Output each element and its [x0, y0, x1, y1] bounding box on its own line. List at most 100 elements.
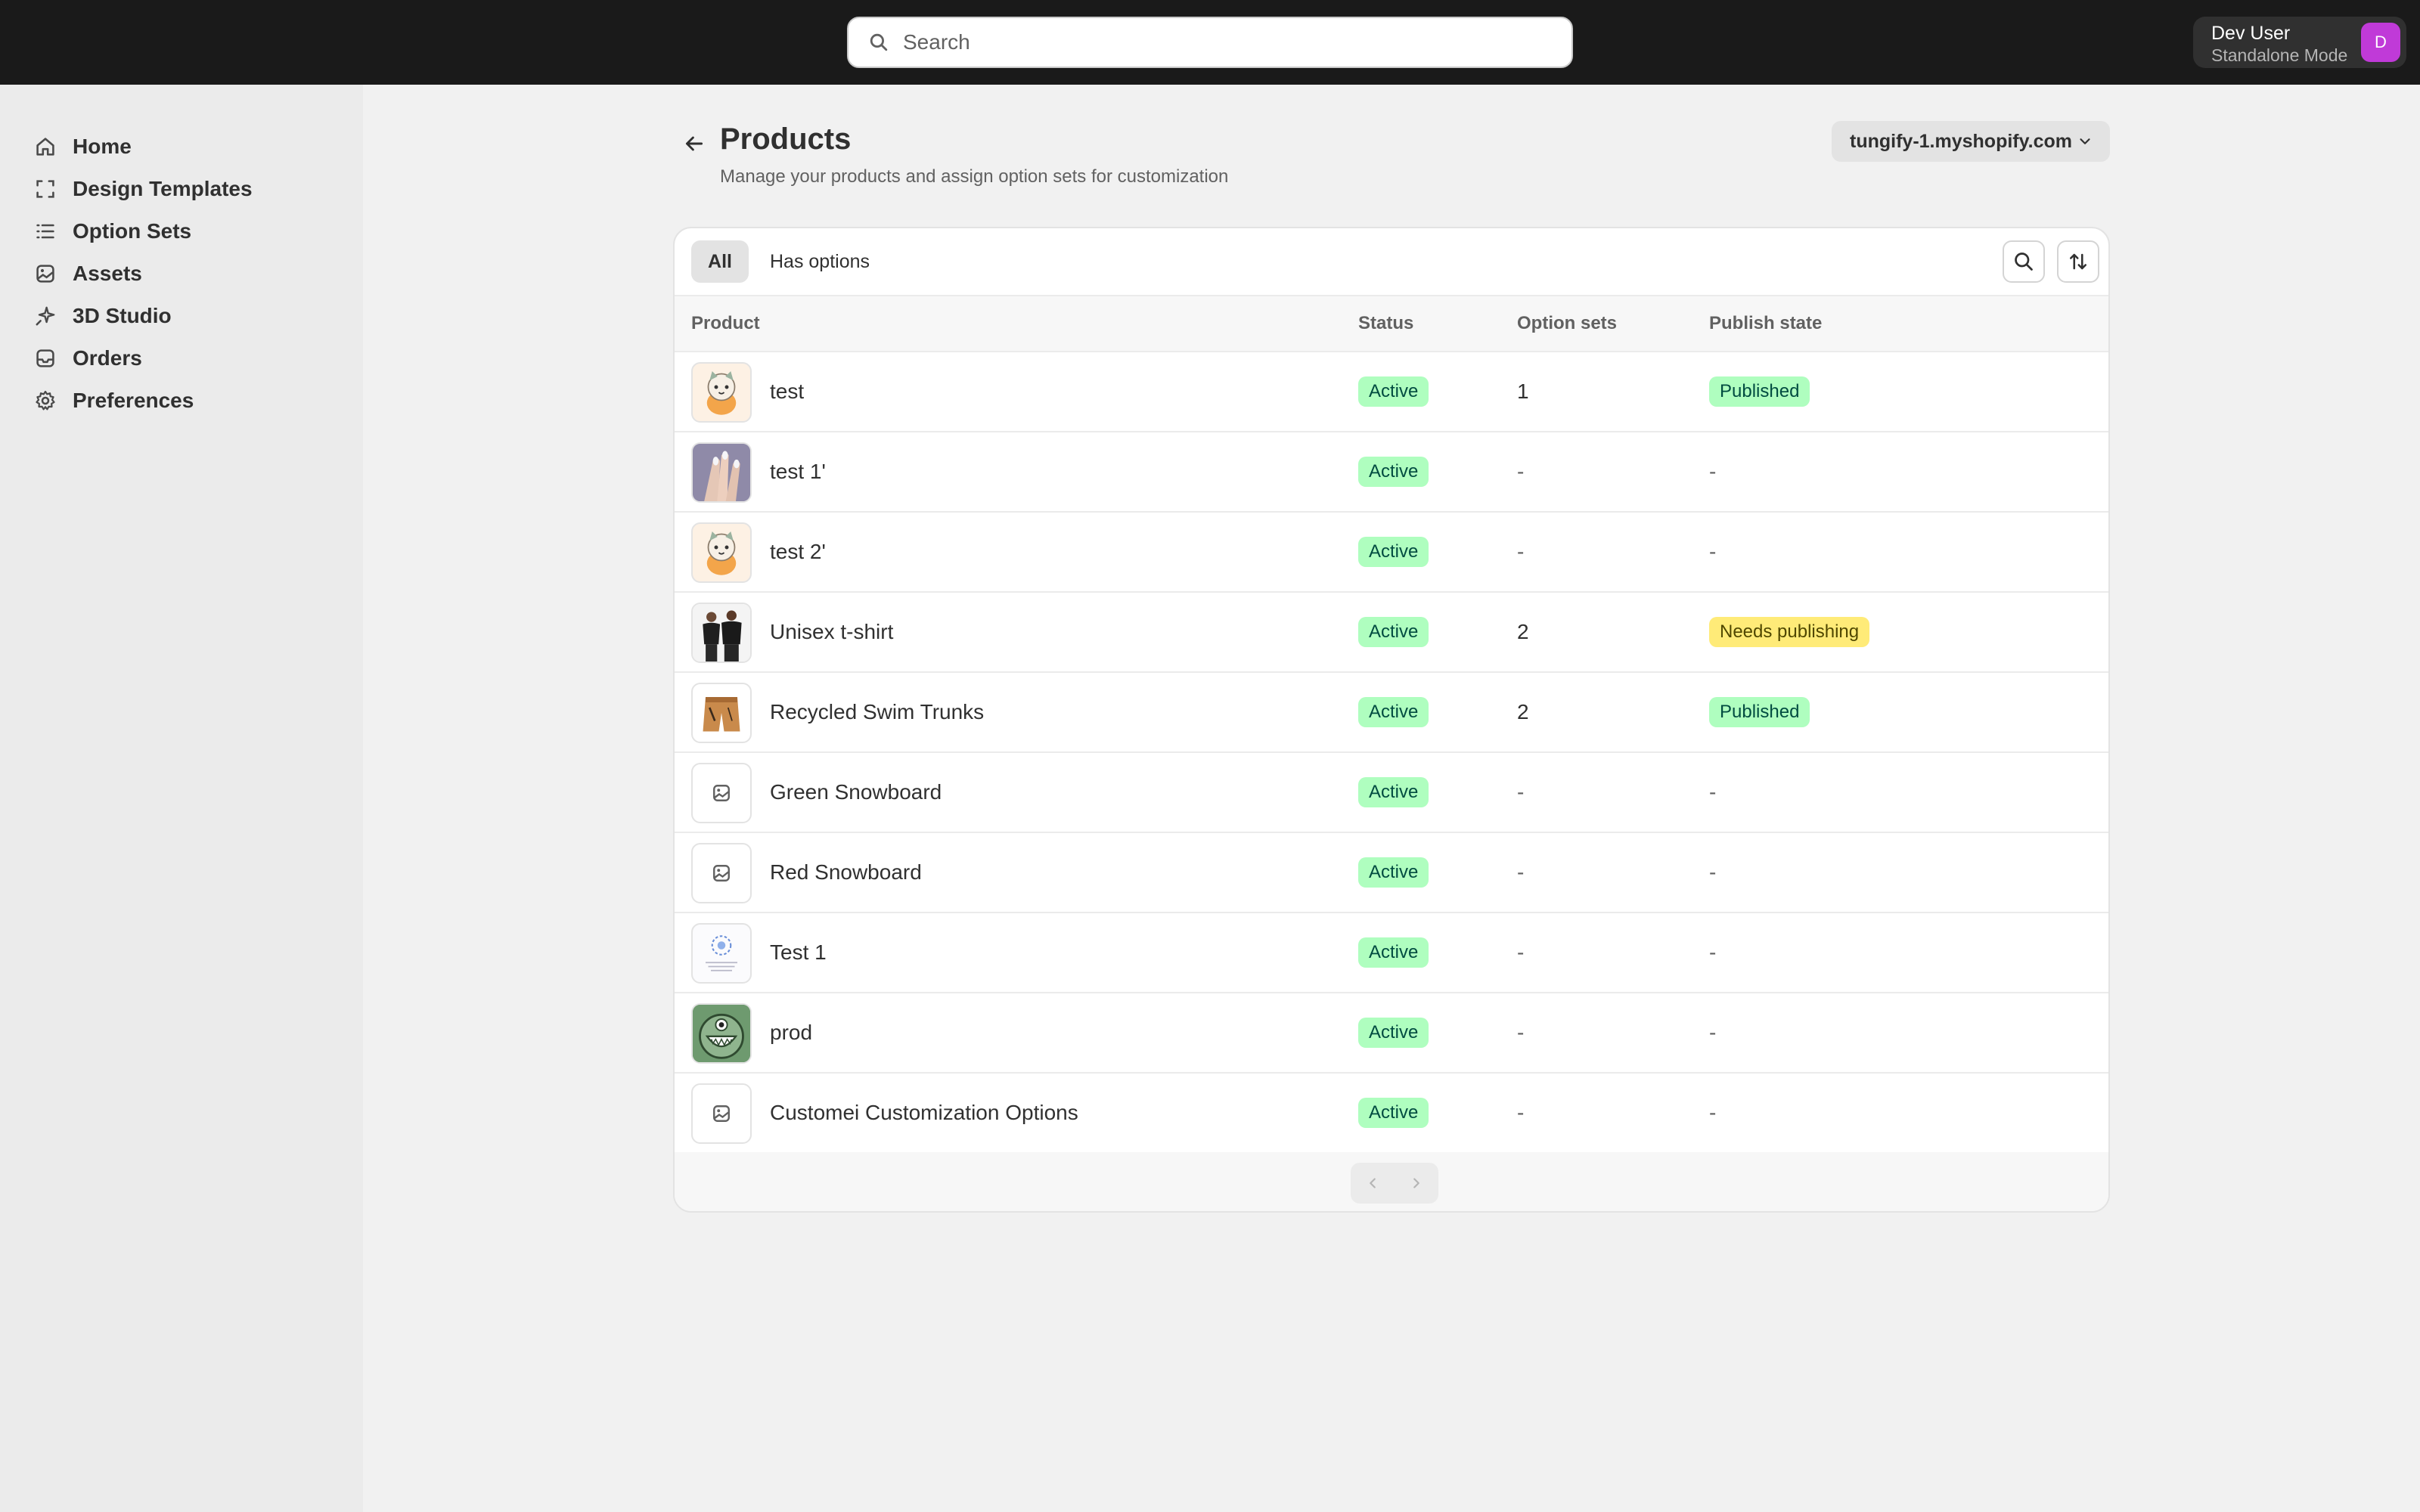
product-name[interactable]: test 1' [770, 460, 826, 484]
sidebar-item-3d-studio[interactable]: 3D Studio [0, 298, 363, 334]
chevron-right-icon [1413, 1178, 1419, 1188]
table-row[interactable]: prod Active - - [675, 993, 2108, 1074]
placeholder-image-icon [713, 865, 730, 881]
publish-state-badge: Published [1709, 376, 1810, 407]
top-bar: Search Dev User Standalone Mode D [0, 0, 2420, 85]
sidebar-item-assets[interactable]: Assets [0, 256, 363, 292]
pagination [675, 1152, 2108, 1211]
nails-photo [693, 444, 750, 501]
option-sets-count: - [1517, 940, 1525, 964]
product-thumbnail [691, 442, 752, 503]
placeholder-image-icon [713, 785, 730, 801]
inbox-icon [36, 349, 54, 367]
chevron-left-icon [1370, 1178, 1376, 1188]
products-card: All Has options Product Status Option se… [673, 227, 2110, 1213]
sidebar-item-label: Design Templates [73, 177, 253, 200]
option-sets-count: 1 [1517, 380, 1529, 403]
user-name: Dev User [2211, 23, 2291, 44]
option-sets-count: - [1517, 780, 1525, 804]
tab-all[interactable]: All [691, 240, 749, 283]
sidebar-item-orders[interactable]: Orders [0, 340, 363, 376]
publish-state: - [1709, 460, 1717, 483]
option-sets-count: - [1517, 540, 1525, 563]
sidebar-item-option-sets[interactable]: Option Sets [0, 213, 363, 249]
publish-state: - [1709, 860, 1717, 884]
list-icon [36, 224, 54, 239]
product-name[interactable]: Test 1 [770, 940, 827, 965]
sidebar-item-preferences[interactable]: Preferences [0, 383, 363, 419]
product-thumbnail [691, 1083, 752, 1144]
back-button[interactable] [676, 125, 712, 162]
column-header-option-sets[interactable]: Option sets [1517, 313, 1617, 334]
table-row[interactable]: Unisex t-shirt Active 2 Needs publishing [675, 593, 2108, 673]
table-row[interactable]: test 1' Active - - [675, 432, 2108, 513]
product-thumbnail [691, 522, 752, 583]
next-page-button[interactable] [1395, 1163, 1438, 1204]
table-row[interactable]: test Active 1 Published [675, 352, 2108, 432]
column-header-status[interactable]: Status [1358, 313, 1413, 334]
sort-button[interactable] [2057, 240, 2099, 283]
table-search-button[interactable] [2003, 240, 2045, 283]
product-name[interactable]: Unisex t-shirt [770, 620, 893, 644]
product-thumbnail [691, 603, 752, 663]
tab-has-options[interactable]: Has options [758, 240, 882, 283]
publish-state-badge: Published [1709, 697, 1810, 727]
table-row[interactable]: Green Snowboard Active - - [675, 753, 2108, 833]
table-row[interactable]: Test 1 Active - - [675, 913, 2108, 993]
column-header-publish-state[interactable]: Publish state [1709, 313, 1822, 334]
search-input[interactable]: Search [847, 17, 1573, 68]
option-sets-count: - [1517, 460, 1525, 483]
sidebar-item-label: Assets [73, 262, 142, 285]
store-selector-label: tungify-1.myshopify.com [1850, 130, 2073, 152]
image-icon [36, 265, 54, 283]
table-row[interactable]: Customei Customization Options Active - … [675, 1074, 2108, 1154]
sort-icon [2069, 253, 2087, 270]
previous-page-button[interactable] [1351, 1163, 1395, 1204]
sidebar-item-label: 3D Studio [73, 304, 172, 327]
product-thumbnail [691, 763, 752, 823]
product-name[interactable]: Recycled Swim Trunks [770, 700, 984, 724]
status-badge: Active [1358, 617, 1429, 647]
publish-state: - [1709, 540, 1717, 563]
sidebar-item-label: Option Sets [73, 219, 192, 243]
table-row[interactable]: test 2' Active - - [675, 513, 2108, 593]
table-row[interactable]: Red Snowboard Active - - [675, 833, 2108, 913]
sidebar-item-label: Preferences [73, 389, 194, 412]
product-name[interactable]: test 2' [770, 540, 826, 564]
table-header: Product Status Option sets Publish state [675, 295, 2108, 352]
cat-icon [706, 531, 737, 575]
search-icon [870, 33, 888, 51]
monster-icon [693, 1005, 750, 1062]
publish-state: - [1709, 940, 1717, 964]
search-icon [2015, 253, 2033, 271]
status-badge: Active [1358, 376, 1429, 407]
cat-icon [706, 371, 737, 415]
publish-state: - [1709, 1101, 1717, 1124]
product-thumbnail [691, 843, 752, 903]
option-sets-count: - [1517, 1101, 1525, 1124]
product-name[interactable]: test [770, 380, 804, 404]
sidebar-item-design-templates[interactable]: Design Templates [0, 171, 363, 207]
document-thumb [706, 935, 737, 971]
option-sets-count: 2 [1517, 700, 1529, 723]
product-thumbnail [691, 362, 752, 423]
gear-icon [36, 390, 55, 411]
tshirt-photo [693, 604, 750, 662]
publish-state-badge: Needs publishing [1709, 617, 1870, 647]
status-badge: Active [1358, 697, 1429, 727]
status-badge: Active [1358, 537, 1429, 567]
product-name[interactable]: Customei Customization Options [770, 1101, 1078, 1125]
store-selector[interactable]: tungify-1.myshopify.com [1832, 121, 2110, 162]
status-badge: Active [1358, 777, 1429, 807]
option-sets-count: 2 [1517, 620, 1529, 643]
sidebar-item-label: Home [73, 135, 132, 158]
product-name[interactable]: prod [770, 1021, 812, 1045]
column-header-product[interactable]: Product [691, 313, 760, 334]
avatar: D [2361, 23, 2400, 62]
sidebar-item-home[interactable]: Home [0, 129, 363, 165]
table-row[interactable]: Recycled Swim Trunks Active 2 Published [675, 673, 2108, 753]
user-menu[interactable]: Dev User Standalone Mode D [2193, 17, 2406, 68]
product-name[interactable]: Red Snowboard [770, 860, 922, 885]
product-name[interactable]: Green Snowboard [770, 780, 942, 804]
status-badge: Active [1358, 857, 1429, 888]
